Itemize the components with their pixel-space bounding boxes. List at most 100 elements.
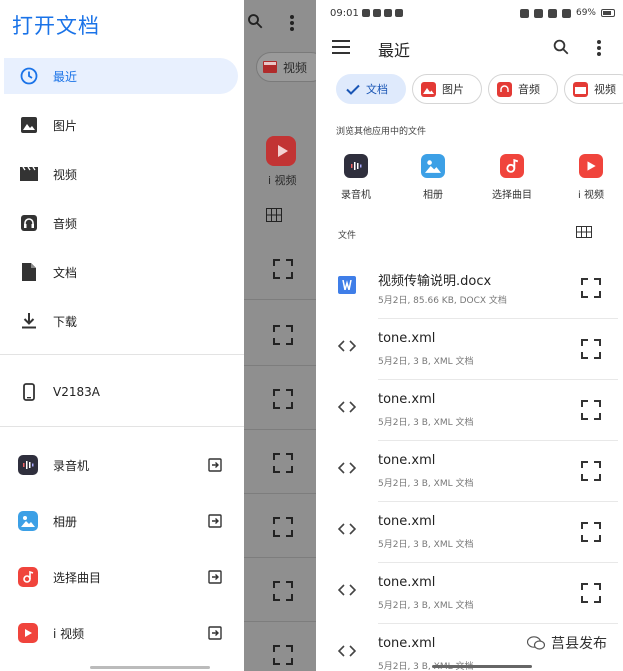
- drawer-app-video[interactable]: i 视频: [4, 615, 238, 651]
- file-name: tone.xml: [378, 392, 436, 407]
- expand-icon: [273, 259, 293, 279]
- app-gallery[interactable]: 相册: [403, 150, 463, 201]
- file-meta: 5月2日, 3 B, XML 文档: [378, 601, 474, 611]
- app-recorder[interactable]: 录音机: [326, 150, 386, 201]
- expand-icon[interactable]: [580, 399, 602, 421]
- file-meta: 5月2日, 85.66 KB, DOCX 文档: [378, 296, 507, 306]
- chip-videos[interactable]: 视频: [564, 74, 623, 104]
- drawer-item-label: 最近: [53, 69, 78, 84]
- headphones-icon: [497, 81, 512, 97]
- chip-label: 文档: [366, 83, 388, 96]
- music-app-icon: [18, 567, 38, 587]
- chip-label: 视频: [594, 83, 616, 96]
- file-name: 视频传输说明.docx: [378, 274, 492, 289]
- chip-label: 图片: [442, 83, 464, 96]
- background-row: [244, 626, 316, 671]
- expand-icon[interactable]: [580, 582, 602, 604]
- drawer-item-videos[interactable]: 视频: [4, 156, 238, 192]
- app-label: 选择曲目: [492, 190, 532, 201]
- notification-icons: [362, 9, 403, 17]
- code-icon: [338, 398, 356, 416]
- signal-icon: [547, 8, 557, 18]
- open-in-icon: [208, 458, 222, 472]
- drawer-app-recorder[interactable]: 录音机: [4, 447, 238, 483]
- chip-audio[interactable]: 音频: [488, 74, 558, 104]
- drawer-app-gallery[interactable]: 相册: [4, 503, 238, 539]
- menu-icon[interactable]: [332, 40, 350, 54]
- chip-documents[interactable]: 文档: [336, 74, 406, 104]
- file-row[interactable]: tone.xml 5月2日, 3 B, XML 文档: [326, 502, 623, 563]
- recorder-app-icon: [18, 455, 38, 475]
- drawer-item-documents[interactable]: 文档: [4, 254, 238, 290]
- video-app-icon: [579, 154, 603, 178]
- drawer-app-music[interactable]: 选择曲目: [4, 559, 238, 595]
- drawer-item-label: 下载: [53, 314, 78, 329]
- movie-icon: [573, 81, 588, 97]
- background-row: [244, 498, 316, 558]
- chip-label: 音频: [518, 83, 540, 96]
- open-in-icon: [208, 626, 222, 640]
- screenshot-root: 视频 i 视频 打开文档 最近 图片 视频 音频 文档 下载 V2183A 录音…: [0, 0, 623, 671]
- file-name: tone.xml: [378, 636, 436, 651]
- drawer-title: 打开文档: [12, 14, 100, 38]
- expand-icon[interactable]: [580, 521, 602, 543]
- gesture-bar: [90, 666, 210, 669]
- expand-icon[interactable]: [580, 277, 602, 299]
- drawer-item-images[interactable]: 图片: [4, 107, 238, 143]
- image-icon: [421, 81, 436, 97]
- dimmed-background[interactable]: 视频 i 视频: [244, 0, 316, 671]
- watermark-text: 莒县发布: [551, 636, 607, 652]
- drawer-item-audio[interactable]: 音频: [4, 205, 238, 241]
- expand-icon: [273, 325, 293, 345]
- status-right-icons: 69%: [519, 8, 615, 18]
- file-meta: 5月2日, 3 B, XML 文档: [378, 418, 474, 428]
- background-app-label: i 视频: [268, 174, 297, 187]
- download-icon: [20, 312, 38, 330]
- drawer-divider: [0, 426, 244, 427]
- file-row[interactable]: tone.xml 5月2日, 3 B, XML 文档: [326, 319, 623, 380]
- expand-icon[interactable]: [580, 338, 602, 360]
- open-in-icon: [208, 514, 222, 528]
- file-row[interactable]: tone.xml 5月2日, 3 B, XML 文档: [326, 380, 623, 441]
- drawer-screen: 视频 i 视频 打开文档 最近 图片 视频 音频 文档 下载 V2183A 录音…: [0, 0, 316, 671]
- phone-icon: [20, 383, 38, 401]
- drawer-app-label: 录音机: [53, 458, 90, 473]
- code-icon: [338, 337, 356, 355]
- video-app-icon: [266, 136, 296, 166]
- background-row: [244, 306, 316, 366]
- document-icon: [20, 263, 38, 281]
- status-time: 09:01: [330, 8, 359, 19]
- background-row: [244, 240, 316, 300]
- code-icon: [338, 520, 356, 538]
- background-chip: 视频: [256, 52, 316, 82]
- drawer-app-label: i 视频: [53, 626, 85, 641]
- drawer-item-downloads[interactable]: 下载: [4, 303, 238, 339]
- browse-other-apps-label: 浏览其他应用中的文件: [336, 127, 427, 137]
- code-icon: [338, 581, 356, 599]
- grid-view-icon[interactable]: [576, 226, 592, 238]
- battery-icon: [601, 9, 615, 17]
- recent-screen: 09:01 69% 最近 文档 图片 音频 视频 浏览其他应用中的文件 录音机 …: [326, 0, 623, 671]
- drawer-item-label: 文档: [53, 265, 78, 280]
- gesture-bar: [432, 665, 532, 668]
- code-icon: [338, 459, 356, 477]
- expand-icon: [273, 645, 293, 665]
- chip-images[interactable]: 图片: [412, 74, 482, 104]
- drawer-item-device[interactable]: V2183A: [4, 374, 238, 410]
- background-chip-label: 视频: [283, 60, 308, 75]
- drawer-app-label: 相册: [53, 514, 78, 529]
- vibrate-icon: [519, 8, 529, 18]
- more-options-icon[interactable]: [596, 39, 602, 57]
- file-row[interactable]: tone.xml 5月2日, 3 B, XML 文档: [326, 563, 623, 624]
- code-icon: [338, 642, 356, 660]
- file-row[interactable]: tone.xml 5月2日, 3 B, XML 文档: [326, 441, 623, 502]
- file-row[interactable]: 视频传输说明.docx 5月2日, 85.66 KB, DOCX 文档: [326, 258, 623, 319]
- gallery-app-icon: [18, 511, 38, 531]
- expand-icon[interactable]: [580, 460, 602, 482]
- app-music[interactable]: 选择曲目: [482, 150, 542, 201]
- drawer-item-recent[interactable]: 最近: [4, 58, 238, 94]
- search-icon[interactable]: [552, 38, 570, 56]
- app-video[interactable]: i 视频: [561, 150, 621, 201]
- expand-icon: [273, 453, 293, 473]
- recorder-app-icon: [344, 154, 368, 178]
